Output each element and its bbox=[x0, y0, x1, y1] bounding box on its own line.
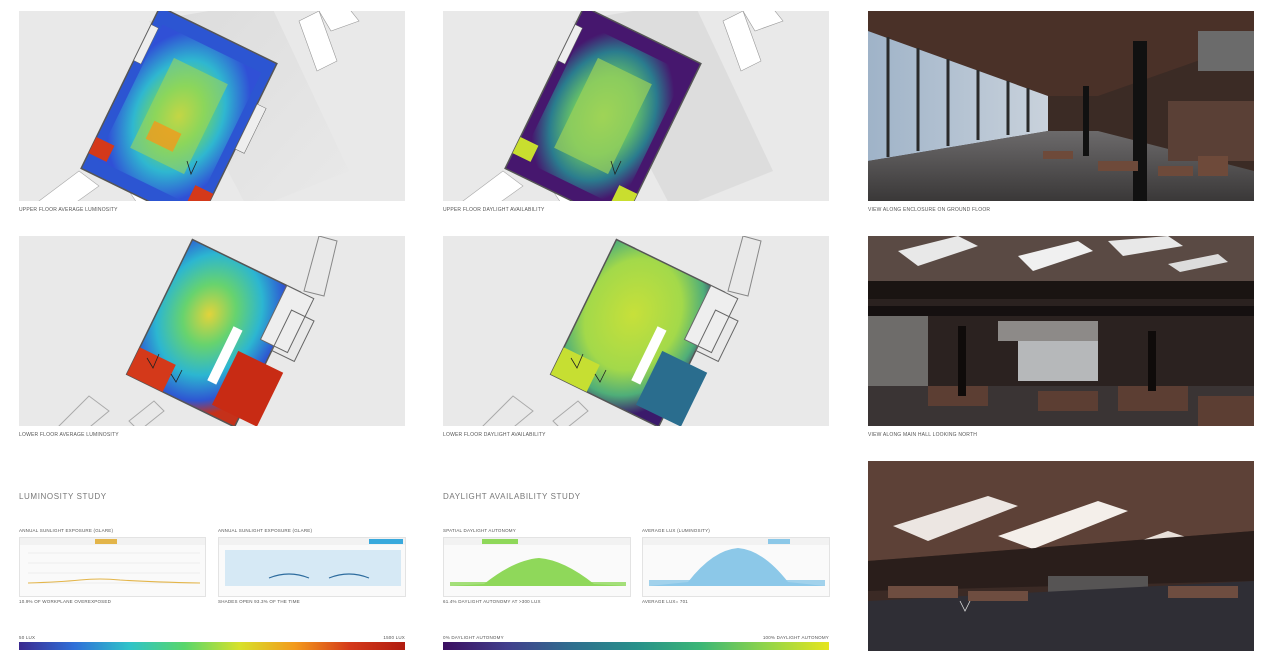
daylight-chart1-note: 61.4% DAYLIGHT AUTONOMY AT >300 LUX bbox=[443, 599, 541, 604]
daylight-chart2-label: AVERAGE LUX (LUMINOSITY) bbox=[642, 528, 710, 533]
luminosity-chart1-note: 10.9% OF WORKPLANE OVEREXPOSED bbox=[19, 599, 112, 604]
luminosity-chart1-label: ANNUAL SUNLIGHT EXPOSURE (GLARE) bbox=[19, 528, 114, 533]
upper-floor-daylight-plan bbox=[443, 11, 829, 201]
daylight-scale-min: 0% DAYLIGHT AUTONOMY bbox=[443, 635, 504, 640]
luminosity-scale-min: 50 LUX bbox=[19, 635, 36, 640]
lower-floor-luminosity-plan bbox=[19, 236, 405, 426]
average-lux-chart bbox=[642, 537, 830, 597]
daylight-scale-max: 100% DAYLIGHT AUTONOMY bbox=[762, 635, 829, 640]
render-main-hall-north bbox=[868, 236, 1254, 426]
shade-exposure-chart bbox=[218, 537, 406, 597]
lower-floor-daylight-plan bbox=[443, 236, 829, 426]
caption-render-enclosure: VIEW ALONG ENCLOSURE ON GROUND FLOOR bbox=[868, 207, 991, 213]
daylight-color-scale bbox=[443, 642, 829, 650]
luminosity-color-scale bbox=[19, 642, 405, 650]
caption-upper-daylight: UPPER FLOOR DAYLIGHT AVAILABILITY bbox=[443, 207, 545, 213]
luminosity-study-title: LUMINOSITY STUDY bbox=[19, 492, 107, 501]
luminosity-chart2-note: SHADES OPEN 93.3% OF THE TIME bbox=[218, 599, 300, 604]
upper-floor-luminosity-plan bbox=[19, 11, 405, 201]
spatial-daylight-autonomy-chart bbox=[443, 537, 631, 597]
caption-render-main-hall: VIEW ALONG MAIN HALL LOOKING NORTH bbox=[868, 432, 978, 438]
luminosity-chart2-label: ANNUAL SUNLIGHT EXPOSURE (GLARE) bbox=[218, 528, 313, 533]
caption-upper-luminosity: UPPER FLOOR AVERAGE LUMINOSITY bbox=[19, 207, 118, 213]
daylight-chart2-note: AVERAGE LUX= 701 bbox=[642, 599, 689, 604]
render-skylights bbox=[868, 461, 1254, 651]
caption-lower-luminosity: LOWER FLOOR AVERAGE LUMINOSITY bbox=[19, 432, 119, 438]
daylight-chart1-label: SPATIAL DAYLIGHT AUTONOMY bbox=[443, 528, 516, 533]
caption-lower-daylight: LOWER FLOOR DAYLIGHT AVAILABILITY bbox=[443, 432, 546, 438]
glare-exposure-chart bbox=[19, 537, 206, 597]
render-enclosure-ground-floor bbox=[868, 11, 1254, 201]
luminosity-scale-max: 1500 LUX bbox=[383, 635, 405, 640]
daylight-study-title: DAYLIGHT AVAILABILITY STUDY bbox=[443, 492, 581, 501]
